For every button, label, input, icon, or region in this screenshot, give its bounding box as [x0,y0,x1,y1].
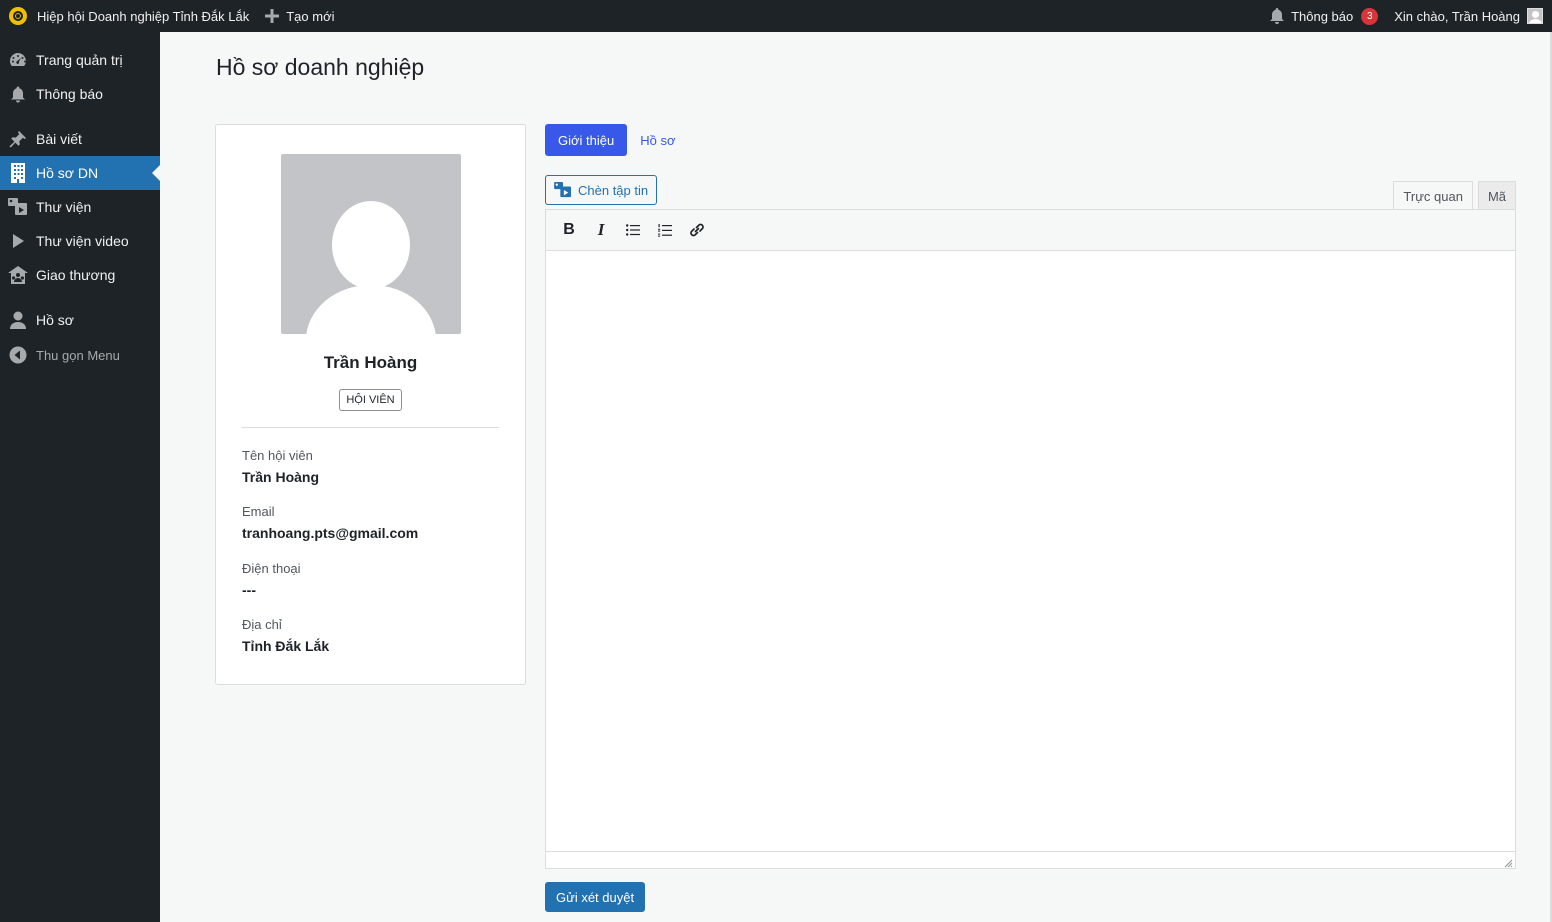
numbered-list-icon [658,223,672,237]
sidebar-item-label: Thông báo [36,86,103,102]
editor-toolbar: B I [546,210,1515,251]
bell-icon [8,84,28,104]
sidebar-item-label: Thư viện video [36,233,129,249]
sidebar-item-posts[interactable]: Bài viết [0,122,160,156]
play-icon [8,231,28,251]
main-content: Hồ sơ doanh nghiệp Trần Hoàng HỘI VIÊN T… [160,32,1552,922]
notifications-menu[interactable]: Thông báo 3 [1262,0,1386,32]
field-label: Email [242,504,275,519]
user-icon [8,310,28,330]
user-account-menu[interactable]: Xin chào, Trần Hoàng [1386,0,1552,32]
insert-link-button[interactable] [681,214,713,246]
field-value: --- [242,582,256,598]
sidebar-item-business-profile[interactable]: Hồ sơ DN [0,156,160,190]
field-phone: Điện thoại --- [242,561,301,598]
admin-sidebar: Trang quản trị Thông báo Bài viết Hồ sơ … [0,32,160,922]
field-address: Địa chỉ Tỉnh Đắk Lắk [242,617,329,654]
bell-icon [1270,8,1285,24]
site-name-link[interactable]: Hiệp hội Doanh nghiệp Tỉnh Đắk Lắk [37,0,257,32]
sidebar-item-profile[interactable]: Hồ sơ [0,303,160,337]
greeting-text: Xin chào, Trần Hoàng [1394,8,1520,24]
bold-button[interactable]: B [553,214,585,246]
tab-profile[interactable]: Hồ sơ [627,124,688,156]
admin-bar: Hiệp hội Doanh nghiệp Tỉnh Đắk Lắk Tạo m… [0,0,1552,32]
field-value: Trần Hoàng [242,469,320,485]
collapse-menu-button[interactable]: Thu gọn Menu [0,337,160,373]
sidebar-item-dashboard[interactable]: Trang quản trị [0,43,160,77]
tab-visual[interactable]: Trực quan [1393,181,1473,210]
italic-button[interactable]: I [585,214,617,246]
sidebar-item-label: Giao thương [36,267,116,283]
new-content-menu[interactable]: Tạo mới [257,0,342,32]
pin-icon [8,129,28,149]
profile-card: Trần Hoàng HỘI VIÊN Tên hội viên Trần Ho… [215,124,526,685]
sidebar-item-label: Trang quản trị [36,52,123,68]
content-tabs: Giới thiệu Hồ sơ [545,124,688,156]
submit-for-review-button[interactable]: Gửi xét duyệt [545,882,646,912]
building-icon [8,163,28,183]
sidebar-item-media[interactable]: Thư viện [0,190,160,224]
card-divider [242,427,499,428]
numbered-list-button[interactable] [649,214,681,246]
editor-status-bar [546,851,1515,868]
page-title: Hồ sơ doanh nghiệp [216,54,425,80]
editor-content-area[interactable] [546,251,1515,852]
field-email: Email tranhoang.pts@gmail.com [242,504,418,541]
bold-icon: B [563,221,575,238]
sidebar-item-label: Thư viện [36,199,92,215]
editor-mode-tabs: Trực quan Mã [1388,181,1516,210]
profile-name: Trần Hoàng [323,353,418,372]
sidebar-item-label: Hồ sơ DN [36,165,99,181]
site-logo-icon[interactable] [0,0,37,32]
media-icon [8,197,28,217]
bullet-list-icon [626,224,640,236]
insert-media-button[interactable]: Chèn tập tin [545,175,658,205]
new-content-label: Tạo mới [286,8,335,24]
collapse-arrow-icon [8,345,28,365]
sidebar-item-trade[interactable]: Giao thương [0,258,160,292]
bullet-list-button[interactable] [617,214,649,246]
insert-media-label: Chèn tập tin [578,182,649,198]
sidebar-item-video-library[interactable]: Thư viện video [0,224,160,258]
field-label: Địa chỉ [242,617,282,632]
tab-code[interactable]: Mã [1477,181,1516,210]
resize-handle-icon[interactable] [1503,856,1513,868]
member-role-badge: HỘI VIÊN [339,389,402,411]
field-member-name: Tên hội viên Trần Hoàng [242,448,319,485]
user-avatar-icon [1527,8,1543,24]
avatar-placeholder-icon [281,154,461,334]
field-value: Tỉnh Đắk Lắk [242,638,330,654]
collapse-menu-label: Thu gọn Menu [36,347,120,363]
notifications-label: Thông báo [1291,8,1354,24]
dashboard-icon [8,50,28,70]
tab-introduction[interactable]: Giới thiệu [545,124,628,156]
media-icon [554,182,572,198]
rich-text-editor: B I [545,209,1516,869]
plus-icon [265,9,280,23]
sidebar-item-label: Bài viết [36,131,82,147]
field-label: Tên hội viên [242,448,313,463]
sidebar-item-notifications[interactable]: Thông báo [0,77,160,111]
notifications-count-badge: 3 [1361,7,1379,25]
link-icon [688,221,706,239]
groups-icon [8,265,28,285]
sidebar-item-label: Hồ sơ [36,312,74,328]
field-label: Điện thoại [242,561,301,576]
field-value: tranhoang.pts@gmail.com [242,525,419,541]
italic-icon: I [597,220,605,239]
